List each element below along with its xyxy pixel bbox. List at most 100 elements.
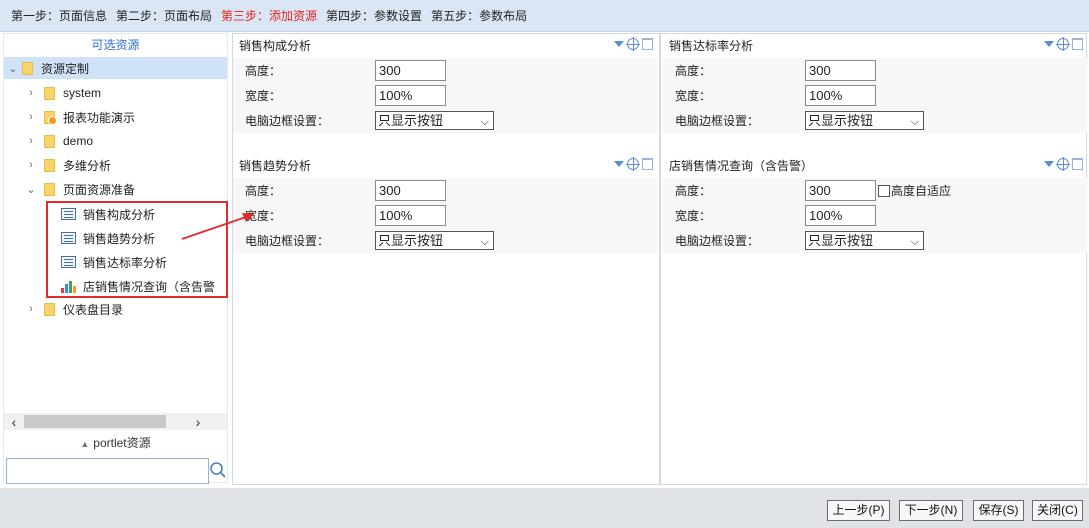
height-input[interactable] [805, 60, 876, 81]
tree-label: 页面资源准备 [63, 182, 136, 197]
tree-node-root[interactable]: ⌄ 资源定制 [4, 57, 227, 79]
border-select-value: 只显示按钮 [378, 113, 444, 128]
tree-label: 报表功能演示 [63, 110, 136, 125]
portlet-header[interactable]: 销售趋势分析 [233, 154, 657, 178]
chevron-right-icon[interactable]: › [24, 111, 38, 123]
search-icon[interactable] [209, 461, 227, 479]
resource-panel: 可选资源 ⌄ 资源定制 › system › 报表功能演示 › demo › 多… [3, 33, 228, 484]
portlet-header[interactable]: 销售构成分析 [233, 34, 657, 58]
border-select-value: 只显示按钮 [378, 233, 444, 248]
special-folder-icon [44, 110, 57, 125]
height-label: 高度： [675, 64, 712, 78]
chevron-right-icon[interactable]: › [24, 87, 38, 99]
border-select[interactable]: 只显示按钮 ⌵ [375, 111, 494, 130]
border-label: 电脑边框设置： [245, 114, 330, 128]
width-label: 宽度： [675, 89, 712, 103]
border-select[interactable]: 只显示按钮 ⌵ [805, 111, 924, 130]
trash-icon[interactable] [1072, 158, 1083, 170]
scroll-left-icon[interactable]: ‹ [4, 414, 24, 430]
chevron-down-icon: ⌵ [480, 116, 489, 128]
scroll-right-icon[interactable]: › [188, 414, 208, 430]
border-select[interactable]: 只显示按钮 ⌵ [375, 231, 494, 250]
height-input[interactable] [805, 180, 876, 201]
chevron-down-icon[interactable]: ⌄ [6, 62, 20, 75]
collapse-icon[interactable] [614, 161, 624, 167]
step-bar: 第一步：页面信息 第二步：页面布局 第三步：添加资源 第四步：参数设置 第五步：… [0, 0, 1089, 32]
portlet-header[interactable]: 店销售情况查询（含告警） [663, 154, 1087, 178]
portlet-header[interactable]: 销售达标率分析 [663, 34, 1087, 58]
width-row: 宽度： [663, 203, 1087, 228]
move-icon[interactable] [1056, 37, 1070, 51]
tree-label: 资源定制 [41, 61, 90, 76]
folder-icon [44, 86, 55, 100]
portlet-label: portlet资源 [93, 436, 151, 450]
chevron-right-icon[interactable]: › [24, 303, 38, 315]
folder-icon [44, 134, 55, 148]
triangle-up-icon: ▲ [80, 439, 90, 449]
step-1[interactable]: 第一步：页面信息 [11, 7, 107, 24]
save-button[interactable]: 保存(S) [973, 500, 1024, 521]
move-icon[interactable] [626, 157, 640, 171]
height-input[interactable] [375, 180, 446, 201]
height-row: 高度： [233, 178, 657, 203]
chevron-down-icon[interactable]: ⌄ [24, 183, 38, 196]
portlet-title: 销售趋势分析 [239, 159, 312, 173]
border-select-value: 只显示按钮 [808, 113, 874, 128]
border-row: 电脑边框设置： 只显示按钮 ⌵ [663, 108, 1087, 133]
trash-icon[interactable] [642, 38, 653, 50]
layout-area: 销售构成分析 高度： 宽度： 电脑边框设置： 只显示按钮 ⌵ 销售达标率分析 [232, 33, 1087, 485]
resource-panel-title: 可选资源 [91, 38, 140, 52]
close-button[interactable]: 关闭(C) [1032, 500, 1083, 521]
scroll-thumb[interactable] [24, 415, 166, 428]
width-input[interactable] [375, 205, 446, 226]
border-row: 电脑边框设置： 只显示按钮 ⌵ [233, 228, 657, 253]
step-2[interactable]: 第二步：页面布局 [116, 7, 212, 24]
action-bar: 上一步(P) 下一步(N) 保存(S) 关闭(C) [0, 488, 1089, 528]
tree-node-multidim[interactable]: › 多维分析 [24, 154, 111, 176]
width-input[interactable] [805, 85, 876, 106]
step-3[interactable]: 第三步：添加资源 [221, 7, 317, 24]
width-row: 宽度： [233, 203, 657, 228]
border-row: 电脑边框设置： 只显示按钮 ⌵ [663, 228, 1087, 253]
folder-icon [44, 302, 55, 316]
auto-height-option[interactable]: 高度自适应 [878, 182, 951, 199]
tree-label: 多维分析 [63, 158, 112, 173]
tree-label: 仪表盘目录 [63, 302, 124, 317]
move-icon[interactable] [626, 37, 640, 51]
tree-node-page-prep[interactable]: ⌄ 页面资源准备 [24, 178, 135, 200]
search-input[interactable] [6, 458, 209, 484]
trash-icon[interactable] [1072, 38, 1083, 50]
tree-node-demo[interactable]: › demo [24, 130, 93, 152]
height-row: 高度： [663, 58, 1087, 83]
tree-label: system [63, 86, 102, 100]
next-button[interactable]: 下一步(N) [899, 500, 963, 521]
border-label: 电脑边框设置： [675, 234, 760, 248]
portlet-2: 销售达标率分析 高度： 宽度： 电脑边框设置： 只显示按钮 ⌵ [663, 34, 1087, 133]
collapse-icon[interactable] [1044, 161, 1054, 167]
height-row: 高度： [233, 58, 657, 83]
auto-height-checkbox[interactable] [878, 184, 890, 197]
tree-node-system[interactable]: › system [24, 82, 101, 104]
chevron-down-icon: ⌵ [910, 236, 919, 248]
portlet-title: 销售构成分析 [239, 39, 312, 53]
tree-node-dashboard[interactable]: › 仪表盘目录 [24, 298, 123, 320]
width-input[interactable] [375, 85, 446, 106]
height-input[interactable] [375, 60, 446, 81]
border-select[interactable]: 只显示按钮 ⌵ [805, 231, 924, 250]
tree-node-report-demo[interactable]: › 报表功能演示 [24, 106, 135, 128]
horizontal-scrollbar[interactable]: ‹ › [4, 413, 227, 430]
folder-icon [22, 61, 33, 75]
collapse-icon[interactable] [1044, 41, 1054, 47]
collapse-icon[interactable] [614, 41, 624, 47]
chevron-right-icon[interactable]: › [24, 159, 38, 171]
chevron-down-icon: ⌵ [480, 236, 489, 248]
width-label: 宽度： [675, 209, 712, 223]
width-input[interactable] [805, 205, 876, 226]
chevron-right-icon[interactable]: › [24, 135, 38, 147]
step-5[interactable]: 第五步：参数布局 [431, 7, 527, 24]
prev-button[interactable]: 上一步(P) [827, 500, 890, 521]
move-icon[interactable] [1056, 157, 1070, 171]
trash-icon[interactable] [642, 158, 653, 170]
portlet-toggle[interactable]: ▲ portlet资源 [4, 433, 227, 453]
step-4[interactable]: 第四步：参数设置 [326, 7, 422, 24]
